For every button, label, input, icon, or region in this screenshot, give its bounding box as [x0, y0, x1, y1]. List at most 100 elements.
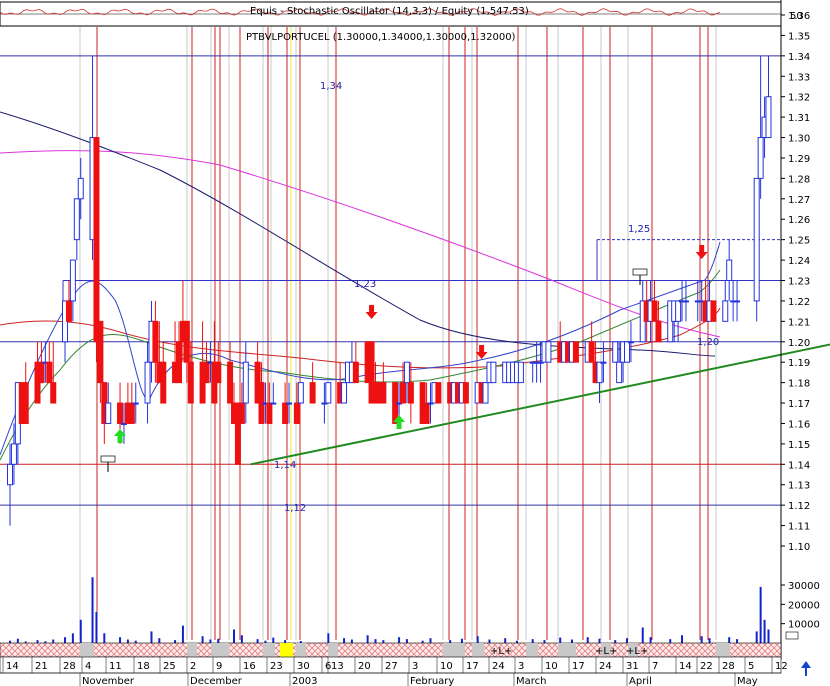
- candle-body: [682, 300, 689, 303]
- non-trading-block: [716, 643, 730, 657]
- price-tick-label: 1.29: [788, 154, 810, 165]
- candle-body: [380, 382, 387, 404]
- date-strip: [0, 642, 782, 658]
- day-label: 3: [412, 661, 418, 672]
- candle-body: [132, 402, 139, 405]
- candle-body: [215, 361, 222, 384]
- chart-canvas: 1.10 1.11 1.12 1.13 1.14 1.15 1.16 1.17 1.18 1.19…: [0, 0, 830, 686]
- candle-body: [297, 382, 304, 404]
- price-tick-label: 1.32: [788, 93, 810, 104]
- candle-body: [77, 177, 84, 200]
- candle-body: [38, 361, 45, 384]
- candle-body: [722, 300, 729, 322]
- scroll-up-icon[interactable]: [801, 661, 811, 676]
- non-trading-block: [526, 643, 538, 657]
- candle-body: [627, 341, 634, 344]
- candle-body: [490, 361, 497, 384]
- day-label: 21: [35, 661, 48, 672]
- candle-body: [655, 320, 662, 343]
- price-tick-label: 1.30: [788, 134, 810, 145]
- price-tick-label: 1.16: [788, 419, 810, 430]
- candle-body: [596, 361, 603, 384]
- candle-body: [105, 402, 112, 424]
- non-trading-block: [211, 643, 229, 657]
- candle-body: [69, 259, 76, 302]
- non-trading-block: [187, 643, 197, 657]
- indicator-title: Equis - Stochastic Oscillator (14,3,3) /…: [250, 6, 529, 17]
- week-marker: +L+: [490, 646, 512, 657]
- price-tick-label: 1.31: [788, 113, 810, 124]
- candle-body: [462, 382, 469, 404]
- day-label: 7: [652, 661, 658, 672]
- annotation-1-12: 1,12: [284, 503, 306, 514]
- candle-body: [572, 341, 579, 363]
- candle-body: [407, 382, 414, 404]
- non-trading-block: [263, 643, 275, 657]
- candle-body: [435, 382, 442, 404]
- volume-tick-label: 20000: [788, 600, 820, 611]
- candle-body: [160, 361, 167, 404]
- candle-body: [651, 300, 658, 322]
- day-label: 25: [163, 661, 176, 672]
- candle-body: [93, 137, 100, 343]
- candle-body: [50, 382, 57, 404]
- volume-tick-label: 10000: [788, 620, 820, 631]
- price-tick-label: 1.35: [788, 31, 810, 42]
- month-label: March: [516, 676, 546, 686]
- candle-body: [238, 402, 245, 424]
- price-tick-label: 1.28: [788, 174, 810, 185]
- non-trading-block: [558, 643, 576, 657]
- candle-body: [309, 382, 316, 404]
- price-tick-label: 1.25: [788, 236, 810, 247]
- volume-tick-label: 30000: [788, 581, 820, 592]
- day-label: 17: [572, 661, 585, 672]
- day-label: 9: [216, 661, 222, 672]
- candle-body: [266, 402, 273, 424]
- annotation-1-34: 1,34: [320, 81, 342, 92]
- day-label: 10: [545, 661, 558, 672]
- day-label: 2: [190, 661, 196, 672]
- price-tick-label: 1.12: [788, 501, 810, 512]
- candle-body: [270, 402, 277, 405]
- month-label: April: [629, 676, 652, 686]
- price-tick-label: 1.19: [788, 358, 810, 369]
- week-marker: +L+: [626, 646, 648, 657]
- price-tick-label: 1.13: [788, 481, 810, 492]
- month-label: 2003: [292, 676, 317, 686]
- annotation-1-23: 1,23: [354, 279, 376, 290]
- candle-body: [22, 382, 29, 424]
- candle-body: [403, 361, 410, 384]
- annotation-1-20: 1,20: [697, 337, 719, 348]
- candle-body: [753, 177, 760, 302]
- day-label: 4: [85, 661, 91, 672]
- volume-scale-box: [785, 631, 799, 640]
- day-label: 13: [331, 661, 344, 672]
- candle-body: [10, 443, 17, 465]
- day-label: 16: [243, 661, 256, 672]
- candle-body: [187, 361, 194, 404]
- chart-title: PTBVLPORTUCEL (1.30000,1.34000,1.30000,1…: [246, 32, 516, 43]
- candle-body: [765, 96, 772, 139]
- candle-body: [352, 361, 359, 384]
- plot-background: [0, 0, 781, 686]
- price-tick-label: 1.24: [788, 256, 810, 267]
- candle-body: [325, 382, 332, 404]
- price-tick-label: 1.15: [788, 440, 810, 451]
- day-label: 27: [385, 661, 398, 672]
- candle-body: [517, 361, 524, 384]
- candle-body: [710, 300, 717, 322]
- candle-body: [128, 402, 135, 424]
- price-tick-label: 1.33: [788, 72, 810, 83]
- non-trading-block: [80, 643, 94, 657]
- candle-body: [341, 382, 348, 404]
- candle-body: [726, 259, 733, 282]
- non-trading-block: [296, 643, 306, 657]
- price-tick-label: 1.10: [788, 542, 810, 553]
- candle-body: [73, 198, 80, 241]
- candle-body: [600, 361, 607, 364]
- price-tick-label: 1.14: [788, 460, 810, 471]
- non-trading-block: [472, 643, 484, 657]
- annotation-1-14: 1,14: [274, 460, 296, 471]
- price-tick-label: 1.21: [788, 317, 810, 328]
- day-label: 11: [109, 661, 122, 672]
